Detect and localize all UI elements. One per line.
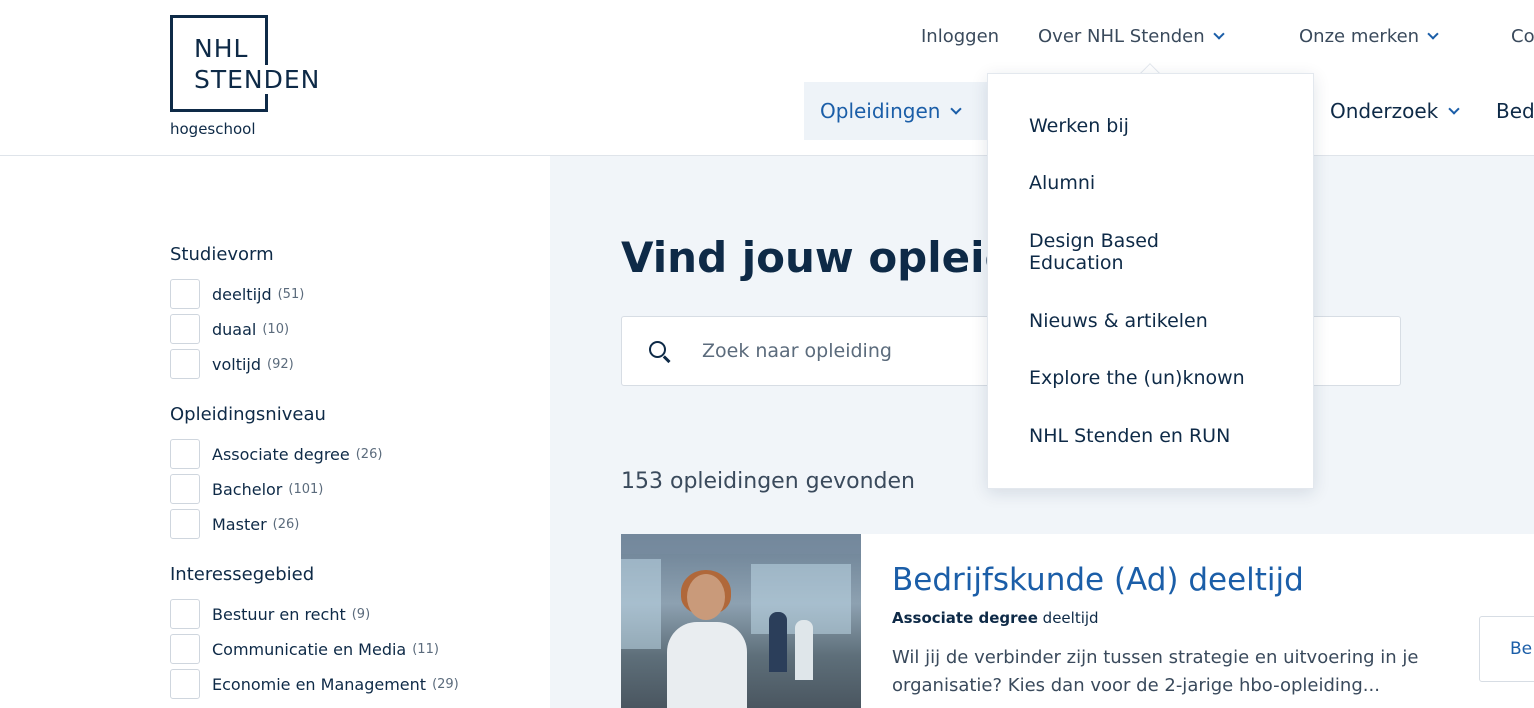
nav-onderzoek-label: Onderzoek: [1330, 99, 1439, 123]
chevron-down-icon: [950, 102, 963, 115]
filter-group-title-niveau: Opleidingsniveau: [170, 404, 326, 425]
checkbox[interactable]: [170, 474, 200, 504]
contact-link[interactable]: Co: [1511, 26, 1534, 47]
filter-label: Economie en Management: [212, 674, 427, 694]
filter-group-title-interesse: Interessegebied: [170, 564, 315, 585]
program-detail-button-label: Be: [1510, 639, 1533, 659]
login-link[interactable]: Inloggen: [921, 26, 999, 47]
page-title: Vind jouw opleidi: [621, 233, 1029, 282]
filter-associate-degree[interactable]: Associate degree (26): [170, 439, 382, 469]
filter-economie-en-management[interactable]: Economie en Management (29): [170, 669, 459, 699]
checkbox[interactable]: [170, 439, 200, 469]
filter-count: (29): [432, 676, 459, 692]
filter-label: duaal: [212, 319, 257, 339]
menu-item-werken-bij[interactable]: Werken bij: [1029, 115, 1289, 137]
filter-count: (51): [277, 286, 305, 302]
filter-bestuur-en-recht[interactable]: Bestuur en recht (9): [170, 599, 370, 629]
filter-label: Bachelor: [212, 479, 283, 499]
brands-label: Onze merken: [1299, 26, 1420, 47]
program-form: deeltijd: [1042, 609, 1099, 627]
filter-count: (92): [267, 356, 294, 372]
checkbox[interactable]: [170, 349, 200, 379]
program-photo[interactable]: [621, 534, 861, 708]
filter-sidebar: Studievorm deeltijd (51) duaal (10) volt…: [170, 156, 550, 708]
filter-label: Associate degree: [212, 444, 350, 464]
filter-count: (10): [262, 321, 290, 337]
brands-menu-toggle[interactable]: Onze merken: [1299, 26, 1439, 47]
checkbox[interactable]: [170, 669, 200, 699]
checkbox[interactable]: [170, 509, 200, 539]
about-menu-toggle[interactable]: Over NHL Stenden: [1038, 26, 1225, 47]
filter-duaal[interactable]: duaal (10): [170, 314, 289, 344]
filter-master[interactable]: Master (26): [170, 509, 299, 539]
program-description-line: Wil jij de verbinder zijn tussen strateg…: [892, 647, 1419, 668]
checkbox[interactable]: [170, 634, 200, 664]
nav-bedrijven[interactable]: Bed: [1496, 82, 1534, 140]
program-meta: Associate degree deeltijd: [892, 609, 1099, 627]
filter-group-title-studievorm: Studievorm: [170, 244, 274, 265]
nav-opleidingen-label: Opleidingen: [820, 99, 941, 123]
program-level: Associate degree: [892, 609, 1038, 627]
filter-label: voltijd: [212, 354, 262, 374]
chevron-down-icon: [1427, 28, 1439, 40]
filter-count: (26): [272, 516, 300, 532]
filter-label: Master: [212, 514, 267, 534]
about-dropdown-menu: Werken bij Alumni Design Based Education…: [987, 73, 1314, 489]
login-label: Inloggen: [921, 26, 1000, 47]
filter-bachelor[interactable]: Bachelor (101): [170, 474, 323, 504]
nav-onderzoek[interactable]: Onderzoek: [1330, 82, 1460, 140]
filter-label: Bestuur en recht: [212, 604, 346, 624]
menu-item-explore-the-unknown[interactable]: Explore the (un)known: [1029, 367, 1289, 389]
logo-subtitle: hogeschool: [170, 120, 256, 138]
checkbox[interactable]: [170, 599, 200, 629]
filter-label: Communicatie en Media: [212, 639, 407, 659]
filter-count: (9): [351, 606, 371, 622]
filter-voltijd[interactable]: voltijd (92): [170, 349, 294, 379]
program-title[interactable]: Bedrijfskunde (Ad) deeltijd: [892, 562, 1304, 598]
logo-text-stenden: STENDEN: [194, 65, 323, 94]
program-description-line: organisatie? Kies dan voor de 2-jarige h…: [892, 675, 1380, 696]
results-count: 153 opleidingen gevonden: [621, 469, 915, 494]
menu-item-nhl-stenden-en-run[interactable]: NHL Stenden en RUN: [1029, 425, 1289, 447]
menu-item-nieuws-artikelen[interactable]: Nieuws & artikelen: [1029, 310, 1289, 332]
menu-item-design-based-education[interactable]: Design Based Education: [1029, 230, 1189, 274]
about-label: Over NHL Stenden: [1038, 26, 1205, 47]
filter-count: (101): [288, 481, 324, 497]
filter-communicatie-en-media[interactable]: Communicatie en Media (11): [170, 634, 439, 664]
checkbox[interactable]: [170, 314, 200, 344]
chevron-down-icon: [1212, 28, 1225, 40]
contact-label: Co: [1511, 26, 1534, 47]
filter-count: (26): [355, 446, 383, 462]
program-description: Wil jij de verbinder zijn tussen strateg…: [892, 644, 1452, 700]
top-navigation: Inloggen Over NHL Stenden Onze merken Co: [0, 26, 1534, 52]
nav-opleidingen[interactable]: Opleidingen: [804, 82, 994, 140]
menu-item-alumni[interactable]: Alumni: [1029, 172, 1289, 194]
program-detail-button[interactable]: Be: [1479, 616, 1534, 682]
chevron-down-icon: [1448, 102, 1460, 115]
search-icon[interactable]: [649, 341, 671, 363]
filter-label: deeltijd: [212, 284, 272, 304]
filter-count: (11): [412, 641, 439, 657]
nav-bedrijven-label: Bed: [1496, 99, 1534, 123]
filter-deeltijd[interactable]: deeltijd (51): [170, 279, 304, 309]
checkbox[interactable]: [170, 279, 200, 309]
program-card[interactable]: Bedrijfskunde (Ad) deeltijd Associate de…: [621, 534, 1534, 708]
